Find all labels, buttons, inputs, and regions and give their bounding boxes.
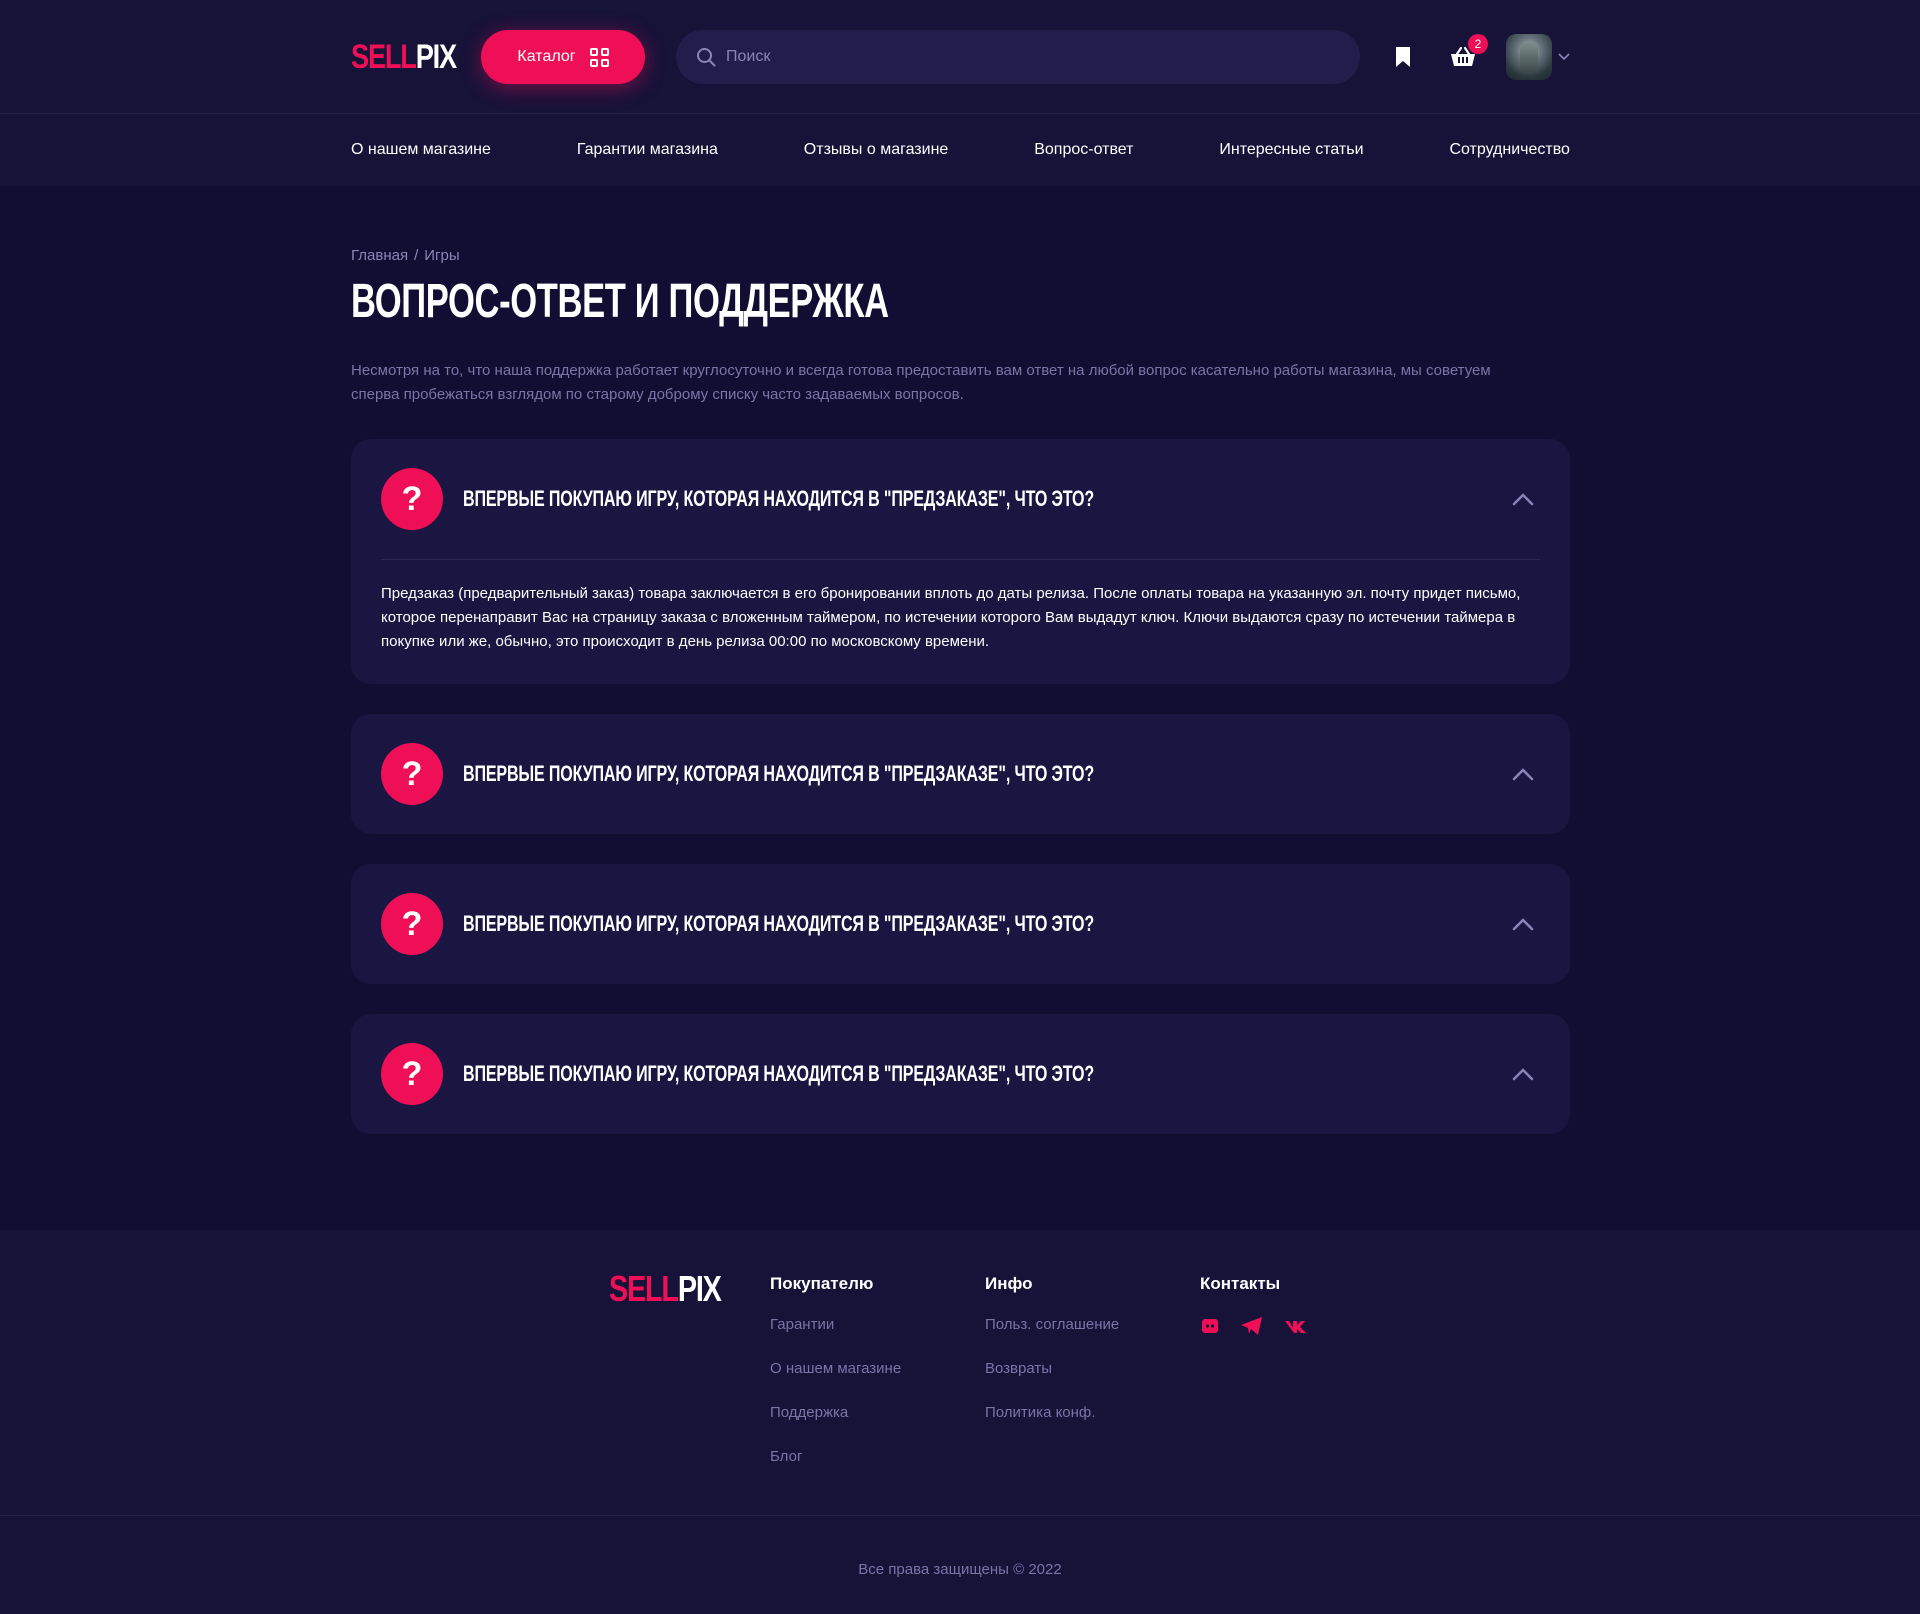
footer: SELLPIX Покупателю Гарантии О нашем мага… — [0, 1230, 1920, 1614]
footer-link-returns[interactable]: Возвраты — [985, 1360, 1119, 1404]
cart-button[interactable]: 2 — [1450, 34, 1488, 68]
header: SELLPIX Каталог Поиск 2 — [0, 0, 1920, 114]
vk-icon[interactable] — [1284, 1316, 1308, 1336]
chevron-up-icon[interactable] — [1512, 917, 1534, 931]
page-title: ВОПРОС-ОТВЕТ И ПОДДЕРЖКА — [351, 275, 889, 328]
main-nav: О нашем магазине Гарантии магазина Отзыв… — [0, 114, 1920, 186]
faq-list: ? ВПЕРВЫЕ ПОКУПАЮ ИГРУ, КОТОРАЯ НАХОДИТС… — [351, 439, 1570, 1134]
faq-answer: Предзаказ (предварительный заказ) товара… — [381, 559, 1540, 684]
logo-part-pix: PIX — [677, 1268, 722, 1309]
search-input[interactable] — [726, 48, 1287, 66]
breadcrumb: Главная / Игры — [351, 247, 1570, 264]
avatar — [1506, 34, 1552, 80]
logo-part-sell: SELL — [351, 37, 417, 76]
footer-col-title: Инфо — [985, 1274, 1033, 1293]
bookmark-icon[interactable] — [1394, 46, 1412, 68]
faq-item-header[interactable]: ? ВПЕРВЫЕ ПОКУПАЮ ИГРУ, КОТОРАЯ НАХОДИТС… — [381, 439, 1540, 559]
faq-item: ? ВПЕРВЫЕ ПОКУПАЮ ИГРУ, КОТОРАЯ НАХОДИТС… — [351, 1014, 1570, 1134]
footer-col-buyer: Покупателю Гарантии О нашем магазине Под… — [770, 1274, 901, 1492]
faq-item-header[interactable]: ? ВПЕРВЫЕ ПОКУПАЮ ИГРУ, КОТОРАЯ НАХОДИТС… — [381, 1014, 1540, 1134]
nav-item-about[interactable]: О нашем магазине — [351, 141, 491, 159]
faq-item: ? ВПЕРВЫЕ ПОКУПАЮ ИГРУ, КОТОРАЯ НАХОДИТС… — [351, 439, 1570, 684]
faq-item-header[interactable]: ? ВПЕРВЫЕ ПОКУПАЮ ИГРУ, КОТОРАЯ НАХОДИТС… — [381, 864, 1540, 984]
footer-link-about[interactable]: О нашем магазине — [770, 1360, 901, 1404]
footer-col-title: Контакты — [1200, 1274, 1281, 1293]
user-menu[interactable] — [1506, 34, 1570, 80]
footer-link-privacy[interactable]: Политика конф. — [985, 1404, 1119, 1448]
nav-item-reviews[interactable]: Отзывы о магазине — [804, 141, 949, 159]
footer-logo[interactable]: SELLPIX — [609, 1268, 722, 1310]
breadcrumb-home[interactable]: Главная — [351, 247, 408, 264]
footer-link-support[interactable]: Поддержка — [770, 1404, 901, 1448]
question-icon: ? — [381, 743, 443, 805]
telegram-icon[interactable] — [1240, 1316, 1264, 1336]
faq-question: ВПЕРВЫЕ ПОКУПАЮ ИГРУ, КОТОРАЯ НАХОДИТСЯ … — [463, 911, 1095, 936]
footer-link-terms[interactable]: Польз. соглашение — [985, 1316, 1119, 1360]
question-icon: ? — [381, 468, 443, 530]
cart-count-badge: 2 — [1468, 34, 1488, 54]
footer-col-info: Инфо Польз. соглашение Возвраты Политика… — [985, 1274, 1119, 1448]
faq-question: ВПЕРВЫЕ ПОКУПАЮ ИГРУ, КОТОРАЯ НАХОДИТСЯ … — [463, 761, 1095, 786]
question-icon: ? — [381, 1043, 443, 1105]
catalog-button[interactable]: Каталог — [481, 30, 646, 84]
chevron-up-icon[interactable] — [1512, 1067, 1534, 1081]
nav-item-cooperation[interactable]: Сотрудничество — [1449, 141, 1570, 159]
footer-col-contacts: Контакты — [1200, 1274, 1308, 1336]
footer-col-title: Покупателю — [770, 1274, 874, 1293]
logo[interactable]: SELLPIX — [351, 37, 457, 77]
page-intro: Несмотря на то, что наша поддержка работ… — [351, 362, 1491, 403]
faq-item: ? ВПЕРВЫЕ ПОКУПАЮ ИГРУ, КОТОРАЯ НАХОДИТС… — [351, 864, 1570, 984]
logo-part-sell: SELL — [609, 1268, 679, 1309]
faq-question: ВПЕРВЫЕ ПОКУПАЮ ИГРУ, КОТОРАЯ НАХОДИТСЯ … — [463, 486, 1095, 511]
nav-item-articles[interactable]: Интересные статьи — [1219, 141, 1363, 159]
search-icon — [697, 48, 716, 67]
breadcrumb-separator: / — [414, 247, 419, 264]
faq-item-header[interactable]: ? ВПЕРВЫЕ ПОКУПАЮ ИГРУ, КОТОРАЯ НАХОДИТС… — [381, 714, 1540, 834]
chevron-up-icon[interactable] — [1512, 492, 1534, 506]
breadcrumb-current[interactable]: Игры — [424, 247, 459, 264]
question-icon: ? — [381, 893, 443, 955]
logo-part-pix: PIX — [415, 37, 457, 76]
nav-item-faq[interactable]: Вопрос-ответ — [1034, 141, 1133, 159]
chevron-up-icon[interactable] — [1512, 767, 1534, 781]
discord-icon[interactable] — [1200, 1316, 1220, 1336]
search-bar[interactable] — [676, 30, 1360, 84]
faq-question: ВПЕРВЫЕ ПОКУПАЮ ИГРУ, КОТОРАЯ НАХОДИТСЯ … — [463, 1061, 1095, 1086]
footer-link-blog[interactable]: Блог — [770, 1448, 901, 1492]
nav-item-guarantees[interactable]: Гарантии магазина — [577, 141, 718, 159]
grid-icon — [589, 47, 609, 67]
copyright: Все права защищены © 2022 — [858, 1560, 1062, 1578]
faq-item: ? ВПЕРВЫЕ ПОКУПАЮ ИГРУ, КОТОРАЯ НАХОДИТС… — [351, 714, 1570, 834]
footer-link-guarantees[interactable]: Гарантии — [770, 1316, 901, 1360]
chevron-down-icon — [1558, 53, 1570, 61]
catalog-button-label: Каталог — [517, 48, 576, 65]
